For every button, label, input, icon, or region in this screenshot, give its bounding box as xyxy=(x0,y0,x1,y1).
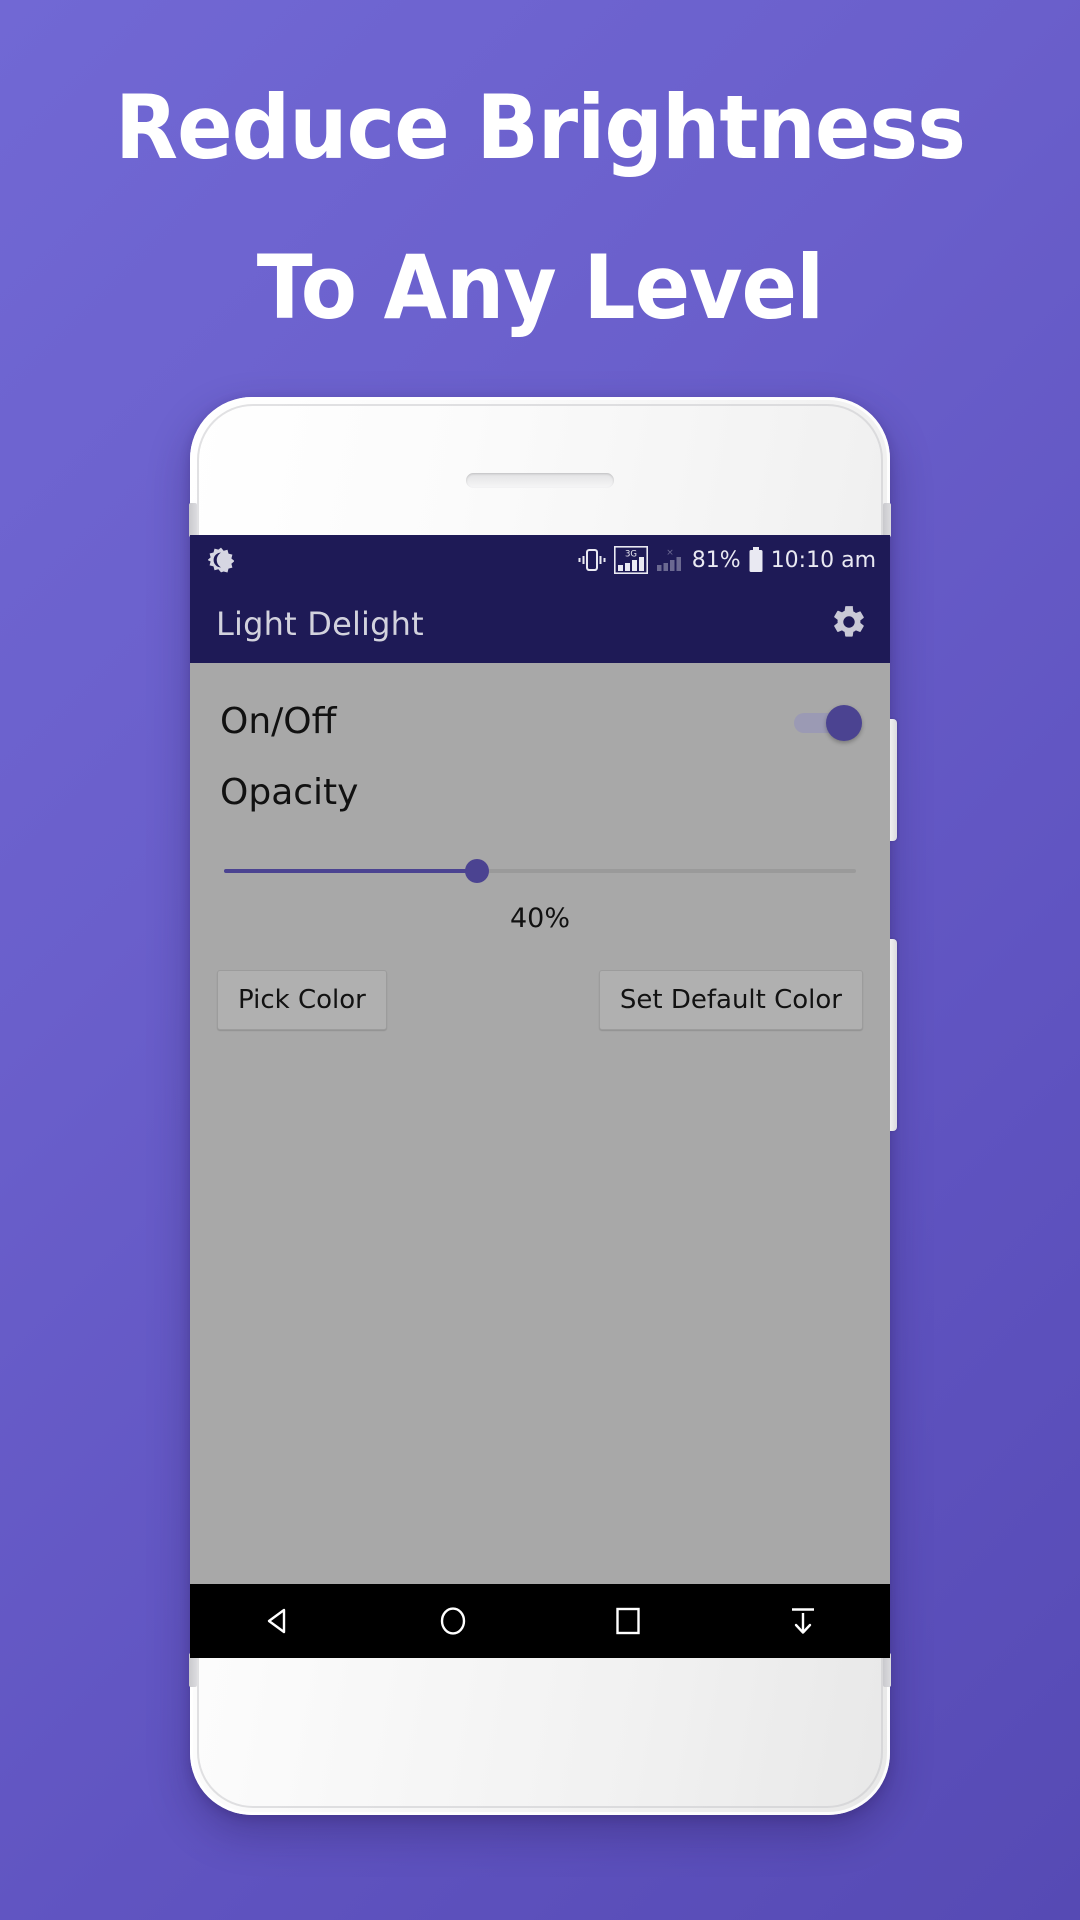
clock-label: 10:10 am xyxy=(770,547,876,573)
antenna-tab-right-bottom xyxy=(883,1653,891,1687)
app-bar: Light Delight xyxy=(190,585,890,663)
opacity-label: Opacity xyxy=(220,772,359,813)
svg-text:×: × xyxy=(666,548,674,558)
brightness-icon xyxy=(208,547,234,573)
power-button[interactable] xyxy=(889,939,897,1131)
phone-mockup: 3G × 81% 10:10 am Light Delight On/Off O… xyxy=(189,397,897,1815)
color-button-row: Pick Color Set Default Color xyxy=(190,934,890,1030)
set-default-color-button[interactable]: Set Default Color xyxy=(598,970,863,1030)
opacity-slider[interactable] xyxy=(224,857,856,885)
promo-screenshot: Reduce Brightness To Any Level 3G × 81% … xyxy=(0,0,1080,1920)
onoff-toggle[interactable] xyxy=(794,704,862,741)
battery-icon xyxy=(749,547,763,572)
onoff-row: On/Off xyxy=(190,663,890,742)
nav-back-button[interactable] xyxy=(223,1584,333,1658)
navigation-bar xyxy=(190,1584,890,1658)
slider-thumb[interactable] xyxy=(464,859,489,883)
signal-bars-icon: 3G xyxy=(613,546,648,574)
slider-fill xyxy=(224,869,477,873)
pick-color-button[interactable]: Pick Color xyxy=(217,970,387,1030)
nav-back-icon xyxy=(267,1608,285,1634)
status-bar-notifications xyxy=(208,547,234,573)
status-bar: 3G × 81% 10:10 am xyxy=(190,535,890,585)
nav-recents-button[interactable] xyxy=(573,1584,683,1658)
settings-button[interactable] xyxy=(830,603,868,645)
opacity-value-label: 40% xyxy=(509,903,570,934)
phone-screen: 3G × 81% 10:10 am Light Delight On/Off O… xyxy=(190,535,890,1658)
gear-icon xyxy=(834,606,864,637)
signal-bars-no-service-icon: × xyxy=(656,548,681,571)
nav-hide-icon xyxy=(791,1608,814,1634)
app-title: Light Delight xyxy=(216,605,424,643)
volume-button[interactable] xyxy=(889,719,897,841)
app-content: On/Off Opacity 40% Pick Color Set Defaul… xyxy=(190,663,890,1658)
antenna-tab-left-bottom xyxy=(189,1653,197,1687)
page-title: Reduce Brightness To Any Level xyxy=(38,48,1042,368)
headline-line-1: Reduce Brightness xyxy=(114,76,966,179)
svg-text:3G: 3G xyxy=(625,550,637,560)
nav-home-icon xyxy=(440,1607,465,1635)
battery-percent-label: 81% xyxy=(691,547,741,573)
nav-recents-icon xyxy=(615,1607,640,1635)
vibrate-icon xyxy=(578,549,606,571)
opacity-label-row: Opacity xyxy=(190,742,890,813)
antenna-tab-left-top xyxy=(189,503,197,537)
antenna-tab-right-top xyxy=(883,503,891,537)
nav-home-button[interactable] xyxy=(398,1584,508,1658)
toggle-thumb xyxy=(826,704,862,741)
onoff-label: On/Off xyxy=(220,701,337,742)
headline-line-2: To Any Level xyxy=(256,236,824,339)
nav-hide-button[interactable] xyxy=(748,1584,858,1658)
earpiece-speaker xyxy=(466,473,614,488)
status-bar-indicators: 3G × 81% 10:10 am xyxy=(577,546,876,574)
